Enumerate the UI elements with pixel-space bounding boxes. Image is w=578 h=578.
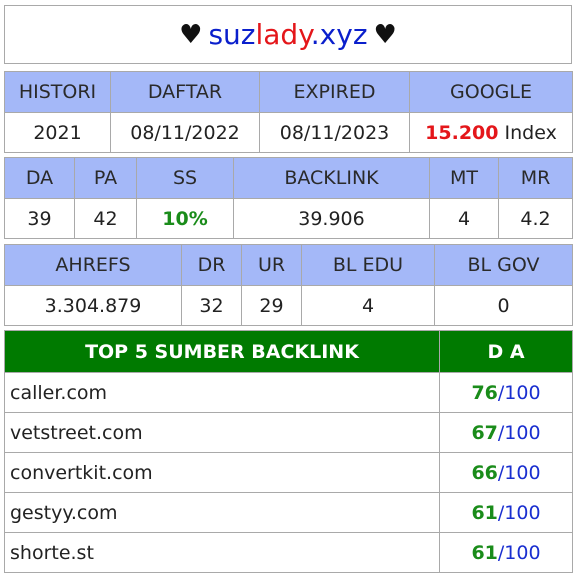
header-bl-gov: BL GOV	[434, 244, 573, 286]
backlink-da: 61/100	[439, 532, 573, 573]
header-expired: EXPIRED	[259, 71, 410, 113]
value-google: 15.200 Index	[409, 112, 573, 153]
backlink-da: 76/100	[439, 372, 573, 413]
header-top-da: D A	[439, 330, 573, 373]
backlink-da-value: 67	[471, 421, 498, 444]
backlink-da-value: 66	[471, 461, 498, 484]
site-title-box: ♥ suzlady.xyz ♥	[4, 5, 572, 64]
backlink-da-value: 61	[471, 541, 498, 564]
backlink-domain: gestyy.com	[4, 492, 440, 533]
value-mr: 4.2	[498, 198, 573, 239]
top-backlinks-table: TOP 5 SUMBER BACKLINK D A caller.com 76/…	[4, 330, 573, 573]
table-row: convertkit.com 66/100	[4, 452, 573, 493]
value-bl-edu: 4	[301, 285, 435, 326]
backlink-domain: caller.com	[4, 372, 440, 413]
backlink-da: 67/100	[439, 412, 573, 453]
backlink-da-max: /100	[497, 541, 541, 564]
value-mt: 4	[429, 198, 499, 239]
domain-info-table: HISTORI DAFTAR EXPIRED GOOGLE 2021 08/11…	[4, 71, 573, 153]
value-ur: 29	[241, 285, 302, 326]
heart-icon: ♥	[373, 19, 397, 50]
site-title-part3: .xyz	[310, 18, 368, 51]
header-bl-edu: BL EDU	[301, 244, 435, 286]
table-row: caller.com 76/100	[4, 372, 573, 413]
table-row: vetstreet.com 67/100	[4, 412, 573, 453]
value-histori: 2021	[4, 112, 111, 153]
site-title-part1: suz	[208, 18, 256, 51]
site-title: suzlady.xyz	[208, 18, 367, 51]
header-ss: SS	[136, 157, 234, 199]
header-histori: HISTORI	[4, 71, 111, 113]
value-daftar: 08/11/2022	[110, 112, 260, 153]
header-top-backlinks: TOP 5 SUMBER BACKLINK	[4, 330, 440, 373]
backlink-da-value: 61	[471, 501, 498, 524]
backlink-domain: vetstreet.com	[4, 412, 440, 453]
google-index-count: 15.200	[425, 121, 499, 144]
value-bl-gov: 0	[434, 285, 573, 326]
header-google: GOOGLE	[409, 71, 573, 113]
value-pa: 42	[74, 198, 137, 239]
value-ss: 10%	[136, 198, 234, 239]
header-ur: UR	[241, 244, 302, 286]
header-mt: MT	[429, 157, 499, 199]
value-backlink: 39.906	[233, 198, 430, 239]
seo-metrics-table: DA PA SS BACKLINK MT MR 39 42 10% 39.906…	[4, 157, 573, 239]
backlink-da: 66/100	[439, 452, 573, 493]
header-daftar: DAFTAR	[110, 71, 260, 113]
backlink-da-value: 76	[471, 381, 498, 404]
value-ahrefs: 3.304.879	[4, 285, 182, 326]
site-title-part2: lady	[255, 18, 311, 51]
google-index-suffix: Index	[504, 121, 557, 144]
table-row: gestyy.com 61/100	[4, 492, 573, 533]
header-dr: DR	[181, 244, 242, 286]
backlink-da-max: /100	[497, 501, 541, 524]
backlink-domain: convertkit.com	[4, 452, 440, 493]
value-da: 39	[4, 198, 75, 239]
backlink-da: 61/100	[439, 492, 573, 533]
ahrefs-metrics-table: AHREFS DR UR BL EDU BL GOV 3.304.879 32 …	[4, 244, 573, 326]
backlink-da-max: /100	[497, 461, 541, 484]
value-expired: 08/11/2023	[259, 112, 410, 153]
header-backlink: BACKLINK	[233, 157, 430, 199]
backlink-da-max: /100	[497, 421, 541, 444]
header-mr: MR	[498, 157, 573, 199]
value-dr: 32	[181, 285, 242, 326]
table-row: shorte.st 61/100	[4, 532, 573, 573]
backlink-domain: shorte.st	[4, 532, 440, 573]
header-da: DA	[4, 157, 75, 199]
backlink-da-max: /100	[497, 381, 541, 404]
heart-icon: ♥	[179, 19, 203, 50]
header-pa: PA	[74, 157, 137, 199]
header-ahrefs: AHREFS	[4, 244, 182, 286]
